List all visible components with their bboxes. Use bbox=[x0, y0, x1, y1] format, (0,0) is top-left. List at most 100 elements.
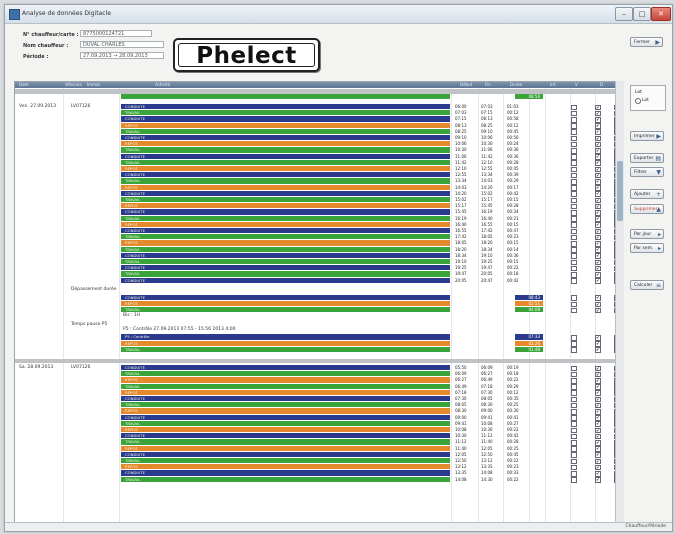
table-row[interactable]: TRAVAIL 01:48 ✔ bbox=[15, 346, 623, 353]
table-row[interactable]: CONDUITE 13:35 14:08 00:33 ✔ bbox=[15, 470, 623, 477]
table-row[interactable]: REPOS 11:40 12:05 00:25 ✔ bbox=[15, 445, 623, 452]
duration: 00:15 bbox=[507, 197, 519, 202]
scrollbar-thumb[interactable] bbox=[617, 161, 623, 221]
table-row[interactable]: CONDUITE 06:00 07:03 01:03 ✔ bbox=[15, 104, 623, 111]
close-button[interactable]: ✕ bbox=[651, 7, 671, 21]
table-row[interactable]: REPOS 08:30 09:00 00:30 ✔ bbox=[15, 408, 623, 415]
column-header[interactable]: Immat. bbox=[87, 82, 101, 88]
activity-bar: TRAVAIL bbox=[121, 197, 450, 203]
table-row[interactable]: TRAVAIL 18:20 18:34 00:14 ✔ bbox=[15, 246, 623, 253]
table-row[interactable]: CONDUITE 16:55 17:42 00:47 ✔ bbox=[15, 228, 623, 235]
row-checkbox[interactable] bbox=[571, 278, 577, 284]
sidebar-button[interactable]: Exporter ▤ bbox=[630, 153, 664, 163]
sidebar-button[interactable]: Imprimer ▶ bbox=[630, 131, 664, 141]
row-checkbox[interactable] bbox=[571, 477, 577, 483]
table-row[interactable]: REPOS 10:06 10:30 00:24 ✔ bbox=[15, 141, 623, 148]
column-header[interactable]: Inf. bbox=[550, 82, 556, 88]
table-row[interactable]: REPOS 15:17 15:45 00:28 ✔ bbox=[15, 203, 623, 210]
table-row[interactable]: CONDUITE 11:06 11:42 00:36 ✔ bbox=[15, 153, 623, 160]
duration: 00:27 bbox=[507, 420, 519, 426]
vertical-scrollbar[interactable] bbox=[615, 81, 624, 522]
table-row[interactable]: TRAVAIL 09:41 10:08 00:27 ✔ bbox=[15, 420, 623, 427]
row-checkbox[interactable]: ✔ bbox=[595, 278, 601, 284]
table-row[interactable]: TRAVAIL 12:50 13:12 00:22 ✔ bbox=[15, 458, 623, 465]
table-row[interactable]: CONDUITE 08:43 ✔ bbox=[15, 294, 623, 301]
column-header[interactable]: Durée bbox=[510, 82, 522, 88]
table-row[interactable]: REPOS 16:40 16:55 00:15 ✔ bbox=[15, 221, 623, 228]
table-row[interactable]: TRAVAIL 04:08 ✔ bbox=[15, 307, 623, 314]
table-row[interactable]: REPOS 07:18 07:30 00:12 ✔ bbox=[15, 389, 623, 396]
table-row[interactable]: CONDUITE 09:00 09:41 00:41 ✔ bbox=[15, 414, 623, 421]
table-row[interactable]: TRAVAIL 11:12 11:40 00:28 ✔ bbox=[15, 439, 623, 446]
table-row[interactable]: CONDUITE 15:45 16:19 00:34 ✔ bbox=[15, 209, 623, 216]
activity-bar: TRAVAIL bbox=[121, 402, 450, 408]
table-row[interactable]: REPOS 12:10 12:55 00:45 ✔ bbox=[15, 166, 623, 173]
table-row[interactable]: REPOS 02:51 ✔ bbox=[15, 301, 623, 308]
close-top-button[interactable]: Fermer ▶ bbox=[630, 37, 663, 47]
sidebar-button[interactable]: Filtrer ▼ bbox=[630, 167, 664, 177]
column-header[interactable]: V bbox=[575, 82, 578, 88]
table-row[interactable]: TRAVAIL 19:10 19:25 00:15 ✔ bbox=[15, 259, 623, 266]
activity-grid[interactable]: Date Véhicule Immat. Activité Début Fin Durée I… bbox=[14, 81, 624, 523]
column-header[interactable]: Activité bbox=[155, 82, 170, 88]
table-row[interactable]: CONDUITE 07:15 08:13 00:58 ✔ bbox=[15, 116, 623, 123]
table-row[interactable]: CONDUITE 10:30 11:12 00:42 ✔ bbox=[15, 433, 623, 440]
row-checkbox[interactable] bbox=[571, 307, 577, 314]
table-row[interactable]: REPOS 18:05 18:20 00:15 ✔ bbox=[15, 240, 623, 247]
driver-name-field[interactable]: DUVAL CHARLES bbox=[80, 41, 164, 48]
sidebar-button[interactable]: Par jour ▸ bbox=[630, 229, 664, 239]
sidebar-button[interactable]: Calculer ≡ bbox=[630, 280, 664, 290]
table-row[interactable]: CONDUITE 09:10 10:06 00:56 ✔ bbox=[15, 135, 623, 142]
table-row[interactable]: TRAVAIL 19:47 20:05 00:18 ✔ bbox=[15, 271, 623, 278]
table-row[interactable]: TRAVAIL 13:34 14:03 00:29 ✔ bbox=[15, 178, 623, 185]
option-radio[interactable] bbox=[635, 98, 641, 104]
sidebar-button[interactable]: Par sem. ▸ bbox=[630, 243, 664, 253]
column-header[interactable]: D bbox=[600, 82, 603, 88]
table-row[interactable]: CONDUITE 12:55 13:34 00:39 ✔ bbox=[15, 172, 623, 179]
row-checkbox[interactable]: ✔ bbox=[595, 307, 601, 314]
table-row[interactable]: TRAVAIL 08:05 08:30 00:25 ✔ bbox=[15, 402, 623, 409]
start-time: 18:05 bbox=[455, 240, 467, 246]
table-row[interactable]: TRAVAIL 17:42 18:05 00:23 ✔ bbox=[15, 234, 623, 241]
table-row[interactable]: CONDUITE 12:05 12:50 00:45 ✔ bbox=[15, 451, 623, 458]
table-row[interactable]: TRAVAIL 14:08 14:30 00:22 ✔ bbox=[15, 476, 623, 483]
table-row[interactable]: TRAVAIL 08:25 09:10 00:45 ✔ bbox=[15, 128, 623, 135]
table-row[interactable]: CONDUITE 19:25 19:47 00:22 ✔ bbox=[15, 265, 623, 272]
column-header[interactable]: Véhicule bbox=[65, 82, 82, 88]
start-time: 07:18 bbox=[455, 389, 467, 395]
sidebar-button[interactable]: Supprimer ▲ bbox=[630, 204, 664, 214]
minimize-button[interactable]: – bbox=[615, 7, 633, 21]
table-row[interactable]: TRAVAIL 06:49 07:18 00:29 ✔ bbox=[15, 383, 623, 390]
table-row[interactable]: TRAVAIL 07:03 07:15 00:12 ✔ bbox=[15, 110, 623, 117]
table-row[interactable]: TRAVAIL 16:19 16:40 00:21 ✔ bbox=[15, 215, 623, 222]
table-row[interactable]: CONDUITE 20:05 20:47 00:42 ✔ bbox=[15, 277, 623, 284]
column-header[interactable]: Date bbox=[19, 82, 29, 88]
row-checkbox[interactable] bbox=[571, 347, 577, 353]
table-row[interactable]: REPOS 08:13 08:25 00:12 ✔ bbox=[15, 122, 623, 129]
table-row[interactable]: TRAVAIL 15:02 15:17 00:15 ✔ bbox=[15, 197, 623, 204]
table-row[interactable]: CONDUITE 14:20 15:02 00:42 ✔ bbox=[15, 190, 623, 197]
table-row[interactable]: CONDUITE 07:30 08:05 00:35 ✔ bbox=[15, 396, 623, 403]
table-row[interactable]: REPOS 10:08 10:30 00:22 ✔ bbox=[15, 427, 623, 434]
activity-bar: CONDUITE bbox=[121, 104, 450, 110]
table-row[interactable]: REPOS 06:27 06:49 00:22 ✔ bbox=[15, 377, 623, 384]
column-header[interactable]: Début bbox=[460, 82, 472, 88]
card-number-field[interactable]: 8775000124721 bbox=[80, 30, 152, 37]
row-checkbox[interactable]: ✔ bbox=[595, 477, 601, 483]
end-time: 09:41 bbox=[481, 414, 493, 420]
table-row[interactable]: CONDUITE 05:50 06:09 00:19 ✔ bbox=[15, 365, 623, 372]
table-row[interactable]: TRAVAIL 06:09 06:27 00:18 ✔ bbox=[15, 371, 623, 378]
duration: 00:28 bbox=[507, 203, 519, 209]
maximize-button[interactable]: □ bbox=[633, 7, 651, 21]
table-row[interactable]: TRAVAIL 11:42 12:10 00:28 ✔ bbox=[15, 159, 623, 166]
period-field[interactable]: 27.09.2013 → 28.09.2013 bbox=[80, 52, 164, 59]
table-row[interactable]: P5 : Contrôle 07:33 ✔ bbox=[15, 334, 623, 341]
table-row[interactable]: CONDUITE 18:34 19:10 00:36 ✔ bbox=[15, 252, 623, 259]
table-row[interactable]: REPOS 13:12 13:35 00:23 ✔ bbox=[15, 464, 623, 471]
sidebar-button[interactable]: Ajouter + bbox=[630, 189, 664, 199]
table-row[interactable]: TRAVAIL 10:30 11:06 00:36 ✔ bbox=[15, 147, 623, 154]
column-header[interactable]: Fin bbox=[485, 82, 491, 88]
row-checkbox[interactable]: ✔ bbox=[595, 347, 601, 353]
table-row[interactable]: REPOS 14:03 14:20 00:17 ✔ bbox=[15, 184, 623, 191]
table-row[interactable]: REPOS 02:26 ✔ bbox=[15, 340, 623, 347]
